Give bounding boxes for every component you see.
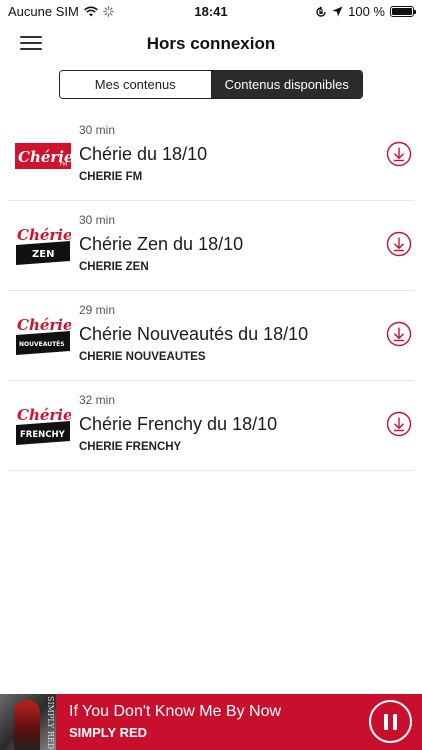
episode-title: Chérie Frenchy du 18/10: [79, 414, 278, 434]
status-bar: Aucune SIM 18:41 100 %: [0, 0, 422, 24]
episode-duration: 29 min: [79, 303, 116, 317]
svg-text:FM: FM: [60, 162, 67, 168]
album-cover-text: SIMPLY RED: [46, 696, 55, 750]
episode-title: Chérie Zen du 18/10: [79, 234, 244, 254]
download-icon[interactable]: [386, 141, 412, 167]
download-icon[interactable]: [386, 231, 412, 257]
cherie-fm-logo: Chérie FM: [15, 143, 71, 169]
pause-icon[interactable]: [369, 700, 412, 743]
location-arrow-icon: [332, 6, 343, 17]
content-tabs: Mes contenus Contenus disponibles: [59, 70, 363, 99]
status-right: 100 %: [315, 4, 416, 19]
episode-duration: 30 min: [79, 123, 116, 137]
orientation-lock-icon: [316, 6, 326, 17]
svg-text:Chérie: Chérie: [17, 316, 71, 334]
battery-icon: [390, 6, 416, 17]
svg-text:Chérie: Chérie: [17, 226, 71, 244]
player-artist: SIMPLY RED: [69, 725, 148, 740]
list-item[interactable]: Chérie FRENCHY 32 min Chérie Frenchy du …: [8, 381, 414, 471]
list-item[interactable]: Chérie FM 30 min Chérie du 18/10 CHERIE …: [8, 111, 414, 201]
album-cover-figure: [14, 700, 40, 750]
svg-text:Chérie: Chérie: [17, 406, 71, 424]
episode-list: Chérie FM 30 min Chérie du 18/10 CHERIE …: [0, 111, 422, 471]
nav-bar: Hors connexion: [0, 24, 422, 64]
cherie-zen-logo: Chérie ZEN: [16, 226, 71, 265]
episode-duration: 30 min: [79, 213, 116, 227]
cherie-frenchy-logo: Chérie FRENCHY: [16, 406, 71, 445]
battery-level: [392, 8, 412, 15]
download-icon[interactable]: [386, 411, 412, 437]
download-icon[interactable]: [386, 321, 412, 347]
list-item[interactable]: Chérie NOUVEAUTÉS 29 min Chérie Nouveaut…: [8, 291, 414, 381]
cherie-nouveautes-logo: Chérie NOUVEAUTÉS: [16, 316, 71, 355]
episode-station: CHERIE ZEN: [79, 261, 149, 273]
episode-title: Chérie Nouveautés du 18/10: [79, 324, 309, 344]
list-item[interactable]: Chérie ZEN 30 min Chérie Zen du 18/10 CH…: [8, 201, 414, 291]
svg-text:FRENCHY: FRENCHY: [20, 430, 66, 440]
episode-title: Chérie du 18/10: [79, 144, 208, 164]
battery-percent: 100 %: [348, 4, 385, 19]
svg-text:NOUVEAUTÉS: NOUVEAUTÉS: [19, 340, 65, 348]
tab-mes-contenus[interactable]: Mes contenus: [60, 71, 212, 98]
player-track-title: If You Don't Know Me By Now: [69, 703, 282, 720]
page-title: Hors connexion: [146, 34, 276, 53]
episode-duration: 32 min: [79, 393, 116, 407]
mini-player[interactable]: SIMPLY RED If You Don't Know Me By Now S…: [0, 694, 422, 750]
episode-station: CHERIE FM: [79, 171, 143, 183]
tab-contenus-disponibles[interactable]: Contenus disponibles: [211, 71, 362, 98]
episode-station: CHERIE FRENCHY: [79, 441, 182, 453]
episode-station: CHERIE NOUVEAUTES: [79, 351, 206, 363]
album-cover: SIMPLY RED: [0, 694, 56, 750]
svg-text:ZEN: ZEN: [32, 249, 54, 260]
